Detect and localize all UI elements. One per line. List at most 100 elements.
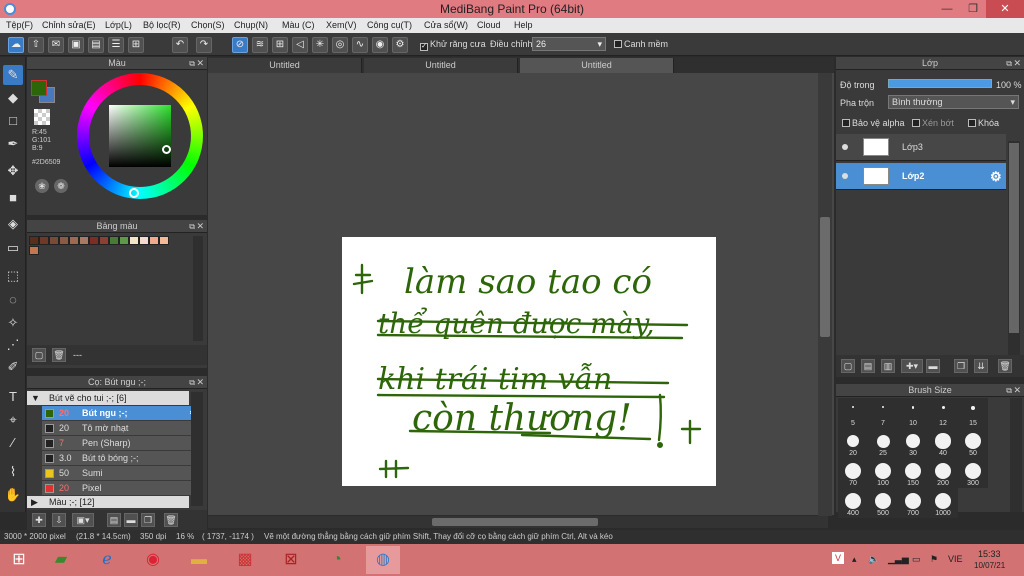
- palette-swatch[interactable]: [139, 236, 149, 245]
- brush-size-cell[interactable]: 30: [898, 428, 928, 458]
- clock-time[interactable]: 15:33: [978, 549, 1001, 559]
- popout-icon[interactable]: ⧉: [1006, 384, 1012, 397]
- opacity-slider[interactable]: [888, 79, 992, 88]
- alpha-protect-checkbox[interactable]: Bảo vệ alpha: [842, 118, 905, 128]
- eraser-tool-icon[interactable]: ◆: [3, 88, 23, 108]
- bucket-tool-icon[interactable]: ◈: [3, 214, 23, 234]
- popout-icon[interactable]: ⧉: [189, 220, 195, 233]
- settings-gear-icon[interactable]: ⚙: [392, 37, 408, 53]
- gear-icon[interactable]: ⚙: [990, 169, 1002, 185]
- brush-size-cell[interactable]: 200: [928, 458, 958, 488]
- snap-off-icon[interactable]: ⊘: [232, 37, 248, 53]
- menu-layer[interactable]: Lớp(L): [105, 18, 132, 33]
- palette-swatch[interactable]: [49, 236, 59, 245]
- select-pen-tool-icon[interactable]: ⋰: [3, 335, 23, 355]
- popout-icon[interactable]: ⧉: [189, 376, 195, 389]
- palette-scrollbar[interactable]: [193, 236, 203, 341]
- palette-swatch[interactable]: [109, 236, 119, 245]
- brush-options-icon[interactable]: ▣▾: [72, 513, 94, 527]
- close-icon[interactable]: ✕: [1013, 57, 1021, 70]
- brush-row[interactable]: 50 Sumi: [42, 466, 202, 481]
- tab-untitled-3[interactable]: Untitled: [520, 58, 674, 73]
- divide-tool-icon[interactable]: ⁄: [3, 433, 23, 453]
- menu-view[interactable]: Xem(V): [326, 18, 357, 33]
- palette-swatch[interactable]: [99, 236, 109, 245]
- folder-icon[interactable]: ▬: [926, 359, 940, 373]
- comment-icon[interactable]: ✉: [48, 37, 64, 53]
- clip-checkbox[interactable]: Xén bớt: [912, 118, 954, 128]
- palette-icon[interactable]: ❀: [35, 179, 49, 193]
- clock-date[interactable]: 10/07/21: [974, 561, 1005, 570]
- internet-explorer-icon[interactable]: ℯ: [90, 546, 124, 574]
- palette-swatch[interactable]: [89, 236, 99, 245]
- menu-color[interactable]: Màu (C): [282, 18, 315, 33]
- folder-icon[interactable]: ▬: [124, 513, 138, 527]
- palette-swatch[interactable]: [39, 236, 49, 245]
- brush-size-cell[interactable]: 300: [958, 458, 988, 488]
- restore-button[interactable]: ❐: [960, 0, 986, 18]
- new-halftone-layer-icon[interactable]: ▤: [861, 359, 875, 373]
- new-8bit-layer-icon[interactable]: ▥: [881, 359, 895, 373]
- menu-edit[interactable]: Chỉnh sửa(E): [42, 18, 96, 33]
- palette-swatch[interactable]: [69, 236, 79, 245]
- menu-filter[interactable]: Bộ lọc(R): [143, 18, 181, 33]
- tab-untitled-2[interactable]: Untitled: [364, 58, 518, 73]
- game-app-icon[interactable]: ◔: [320, 546, 354, 574]
- brush-size-scrollbar[interactable]: [1010, 398, 1022, 512]
- saturation-value-square[interactable]: [109, 105, 171, 167]
- tab-untitled-1[interactable]: Untitled: [208, 58, 362, 73]
- brush-size-cell[interactable]: 20: [838, 428, 868, 458]
- tray-app-icon[interactable]: V: [832, 552, 844, 564]
- circle-snap-icon[interactable]: ◎: [332, 37, 348, 53]
- network-app-icon[interactable]: ⊠: [274, 546, 308, 574]
- menu-snap[interactable]: Chụp(N): [234, 18, 268, 33]
- copy-icon[interactable]: ❐: [141, 513, 155, 527]
- volume-icon[interactable]: 🔈: [868, 554, 879, 565]
- redo-icon[interactable]: ↷: [196, 37, 212, 53]
- palette-add-icon[interactable]: ❁: [54, 179, 68, 193]
- brush-size-cell[interactable]: 5: [838, 398, 868, 428]
- share-icon[interactable]: ⇧: [28, 37, 44, 53]
- menu-cloud[interactable]: Cloud: [477, 18, 501, 33]
- brush-scrollbar[interactable]: [191, 392, 203, 506]
- antialias-checkbox[interactable]: ✓ Khử răng cưa: [420, 39, 486, 51]
- rectangle-tool-icon[interactable]: □: [3, 111, 23, 131]
- layer-scroll-thumb[interactable]: [1009, 143, 1019, 333]
- brush-size-cell[interactable]: 500: [868, 488, 898, 518]
- ellipse-snap-icon[interactable]: ◉: [372, 37, 388, 53]
- palette-swatch[interactable]: [29, 236, 39, 245]
- windows-start-icon[interactable]: ⊞: [2, 546, 36, 574]
- canvas-vertical-scrollbar[interactable]: [818, 73, 832, 516]
- lock-checkbox[interactable]: Khóa: [968, 118, 999, 128]
- layer-scrollbar[interactable]: [1008, 141, 1020, 363]
- brush-size-cell[interactable]: 40: [928, 428, 958, 458]
- brush-doc-icon[interactable]: ▤: [107, 513, 121, 527]
- brush-size-cell[interactable]: 7: [868, 398, 898, 428]
- brush-tool-icon[interactable]: ✎: [3, 65, 23, 85]
- fill-rect-tool-icon[interactable]: ■: [3, 188, 23, 208]
- chrome-icon[interactable]: ◉: [136, 546, 170, 574]
- vanish-snap-icon[interactable]: ◁: [292, 37, 308, 53]
- palette-swatch[interactable]: [79, 236, 89, 245]
- close-icon[interactable]: ✕: [1013, 384, 1021, 397]
- operation-tool-icon[interactable]: ⌖: [3, 410, 23, 430]
- brush-size-cell[interactable]: 400: [838, 488, 868, 518]
- brush-size-cell[interactable]: 12: [928, 398, 958, 428]
- text-tool-icon[interactable]: T: [3, 387, 23, 407]
- brush-group-header-2[interactable]: ▶ Màu ;-; [12]: [27, 496, 189, 508]
- move-tool-icon[interactable]: ✥: [3, 161, 23, 181]
- save-cloud-icon[interactable]: ▣: [68, 37, 84, 53]
- brush-row[interactable]: 20 Pixel: [42, 481, 202, 496]
- brush-size-cell[interactable]: 10: [898, 398, 928, 428]
- list-icon[interactable]: ☰: [108, 37, 124, 53]
- up-arrow-icon[interactable]: ▴: [852, 554, 857, 565]
- merge-layer-icon[interactable]: ⇊: [974, 359, 988, 373]
- canvas-area[interactable]: làm sao tao có thể quên được mày, khi tr…: [208, 73, 834, 515]
- palette-swatch[interactable]: [149, 236, 159, 245]
- menu-file[interactable]: Tệp(F): [6, 18, 33, 33]
- brush-group-header[interactable]: ▼ Bút vẽ cho tui ;-; [6]: [27, 391, 189, 405]
- parallel-snap-icon[interactable]: ≋: [252, 37, 268, 53]
- palette-swatch[interactable]: [29, 246, 39, 255]
- gradient-tool-icon[interactable]: ▭: [3, 238, 23, 258]
- select-eraser-tool-icon[interactable]: ✐: [3, 357, 23, 377]
